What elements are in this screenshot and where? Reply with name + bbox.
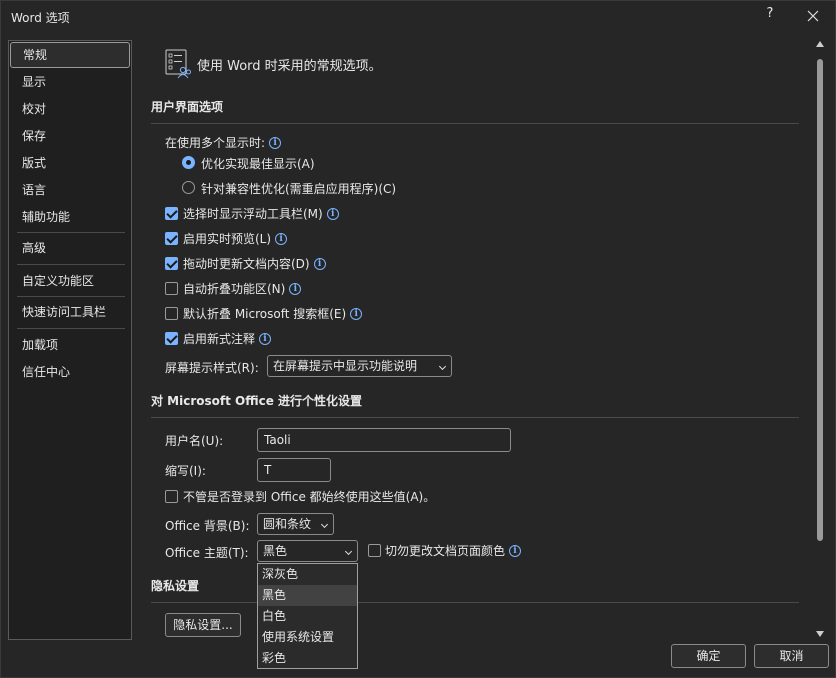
screentip-style-select[interactable]: 在屏幕提示中显示功能说明 [267, 355, 452, 377]
info-icon[interactable]: i [259, 333, 272, 345]
sidebar-item-customize-ribbon[interactable]: 自定义功能区 [9, 268, 131, 294]
section-divider [151, 417, 799, 418]
info-icon[interactable]: i [350, 308, 363, 320]
checkbox-always-use-values[interactable] [165, 490, 178, 503]
username-label: 用户名(U): [165, 434, 224, 448]
sidebar-item-typography[interactable]: 版式 [9, 150, 131, 176]
checkbox-update-while-drag[interactable] [165, 257, 178, 270]
checkbox-modern-comments[interactable] [165, 332, 178, 345]
live-preview-label[interactable]: 启用实时预览(L) i [183, 230, 288, 247]
sidebar-item-accessibility[interactable]: 辅助功能 [9, 204, 131, 230]
never-change-page-color-label[interactable]: 切勿更改文档页面颜色 i [385, 542, 522, 559]
theme-option-colorful[interactable]: 彩色 [258, 648, 357, 669]
sidebar-item-proofing[interactable]: 校对 [9, 96, 131, 122]
info-icon[interactable]: i [275, 233, 288, 245]
sidebar-item-general[interactable]: 常规 [10, 42, 130, 68]
checkbox-live-preview[interactable] [165, 232, 178, 245]
office-background-label: Office 背景(B): [165, 519, 250, 533]
close-button[interactable] [801, 4, 825, 28]
sidebar-divider [17, 296, 125, 297]
sidebar-item-advanced[interactable]: 高级 [9, 235, 131, 261]
office-theme-value: 黑色 [263, 544, 288, 558]
section-title-ui-options: 用户界面选项 [151, 100, 224, 114]
sidebar-item-display[interactable]: 显示 [9, 69, 131, 95]
radio-optimize-compat[interactable] [182, 181, 195, 194]
options-sidebar: 常规 显示 校对 保存 版式 语言 辅助功能 高级 自定义功能区 快速访问工具栏… [8, 40, 132, 640]
word-options-dialog: Word 选项 ? 常规 显示 校对 保存 版式 语言 辅助功能 高级 自定义功… [0, 0, 836, 678]
theme-option-black[interactable]: 黑色 [258, 585, 357, 606]
radio-optimize-compat-label[interactable]: 针对兼容性优化(需重启应用程序)(C) [201, 180, 396, 197]
close-icon [807, 10, 819, 22]
mini-toolbar-label[interactable]: 选择时显示浮动工具栏(M) i [183, 205, 339, 222]
multi-display-label: 在使用多个显示时: i [165, 134, 282, 151]
ok-button[interactable]: 确定 [671, 644, 746, 668]
modern-comments-label[interactable]: 启用新式注释 i [183, 330, 272, 347]
info-icon[interactable]: i [269, 137, 282, 149]
office-background-value: 圆和条纹 [263, 517, 312, 531]
sidebar-divider [17, 264, 125, 265]
general-options-icon [165, 49, 191, 79]
info-icon[interactable]: i [313, 258, 326, 270]
theme-option-dark-gray[interactable]: 深灰色 [258, 564, 357, 585]
section-title-privacy: 隐私设置 [151, 579, 200, 593]
theme-option-system[interactable]: 使用系统设置 [258, 627, 357, 648]
checkbox-mini-toolbar[interactable] [165, 207, 178, 220]
sidebar-divider [17, 232, 125, 233]
checkbox-collapse-ribbon[interactable] [165, 282, 178, 295]
screentip-style-value: 在屏幕提示中显示功能说明 [273, 359, 418, 373]
initials-input[interactable]: T [257, 458, 331, 482]
section-title-personalize: 对 Microsoft Office 进行个性化设置 [151, 394, 363, 408]
office-theme-select[interactable]: 黑色 [257, 540, 358, 562]
general-options-panel: 使用 Word 时采用的常规选项。 用户界面选项 在使用多个显示时: i 优化实现… [137, 39, 813, 644]
window-title: Word 选项 [11, 11, 70, 25]
office-theme-label: Office 主题(T): [165, 546, 249, 560]
always-use-values-label[interactable]: 不管是否登录到 Office 都始终使用这些值(A)。 [183, 488, 435, 505]
info-icon[interactable]: i [326, 208, 339, 220]
cancel-button[interactable]: 取消 [754, 644, 829, 668]
theme-option-white[interactable]: 白色 [258, 606, 357, 627]
section-divider [151, 602, 799, 603]
sidebar-item-language[interactable]: 语言 [9, 177, 131, 203]
info-icon[interactable]: i [509, 545, 522, 557]
collapse-ribbon-label[interactable]: 自动折叠功能区(N) i [183, 280, 302, 297]
section-divider [151, 123, 799, 124]
radio-optimize-best-display-label[interactable]: 优化实现最佳显示(A) [201, 155, 315, 172]
initials-label: 缩写(I): [165, 464, 206, 478]
page-header-text: 使用 Word 时采用的常规选项。 [197, 59, 382, 74]
checkbox-collapse-search[interactable] [165, 307, 178, 320]
collapse-search-label[interactable]: 默认折叠 Microsoft 搜索框(E) i [183, 305, 363, 322]
office-theme-dropdown-list: 深灰色 黑色 白色 使用系统设置 彩色 [257, 563, 358, 669]
checkbox-never-change-page-color[interactable] [368, 544, 381, 557]
chevron-down-icon [344, 547, 353, 556]
sidebar-item-trust-center[interactable]: 信任中心 [9, 359, 131, 385]
chevron-down-icon [320, 520, 329, 529]
privacy-settings-button[interactable]: 隐私设置... [165, 613, 241, 637]
title-bar: Word 选项 ? [1, 1, 835, 33]
scroll-down-arrow-icon[interactable] [816, 631, 824, 637]
scroll-up-arrow-icon[interactable] [816, 41, 824, 47]
info-icon[interactable]: i [289, 283, 302, 295]
scrollbar-thumb[interactable] [817, 59, 823, 541]
sidebar-item-add-ins[interactable]: 加载项 [9, 332, 131, 358]
sidebar-divider [17, 328, 125, 329]
update-while-drag-label[interactable]: 拖动时更新文档内容(D) i [183, 255, 326, 272]
chevron-down-icon [438, 362, 447, 371]
content-scrollbar[interactable] [813, 39, 827, 641]
sidebar-item-quick-access-toolbar[interactable]: 快速访问工具栏 [9, 299, 131, 325]
radio-optimize-best-display[interactable] [182, 156, 195, 169]
username-input[interactable]: Taoli [257, 428, 511, 452]
screentip-style-label: 屏幕提示样式(R): [165, 361, 259, 375]
sidebar-item-save[interactable]: 保存 [9, 123, 131, 149]
office-background-select[interactable]: 圆和条纹 [257, 513, 334, 535]
help-button[interactable]: ? [761, 6, 779, 26]
